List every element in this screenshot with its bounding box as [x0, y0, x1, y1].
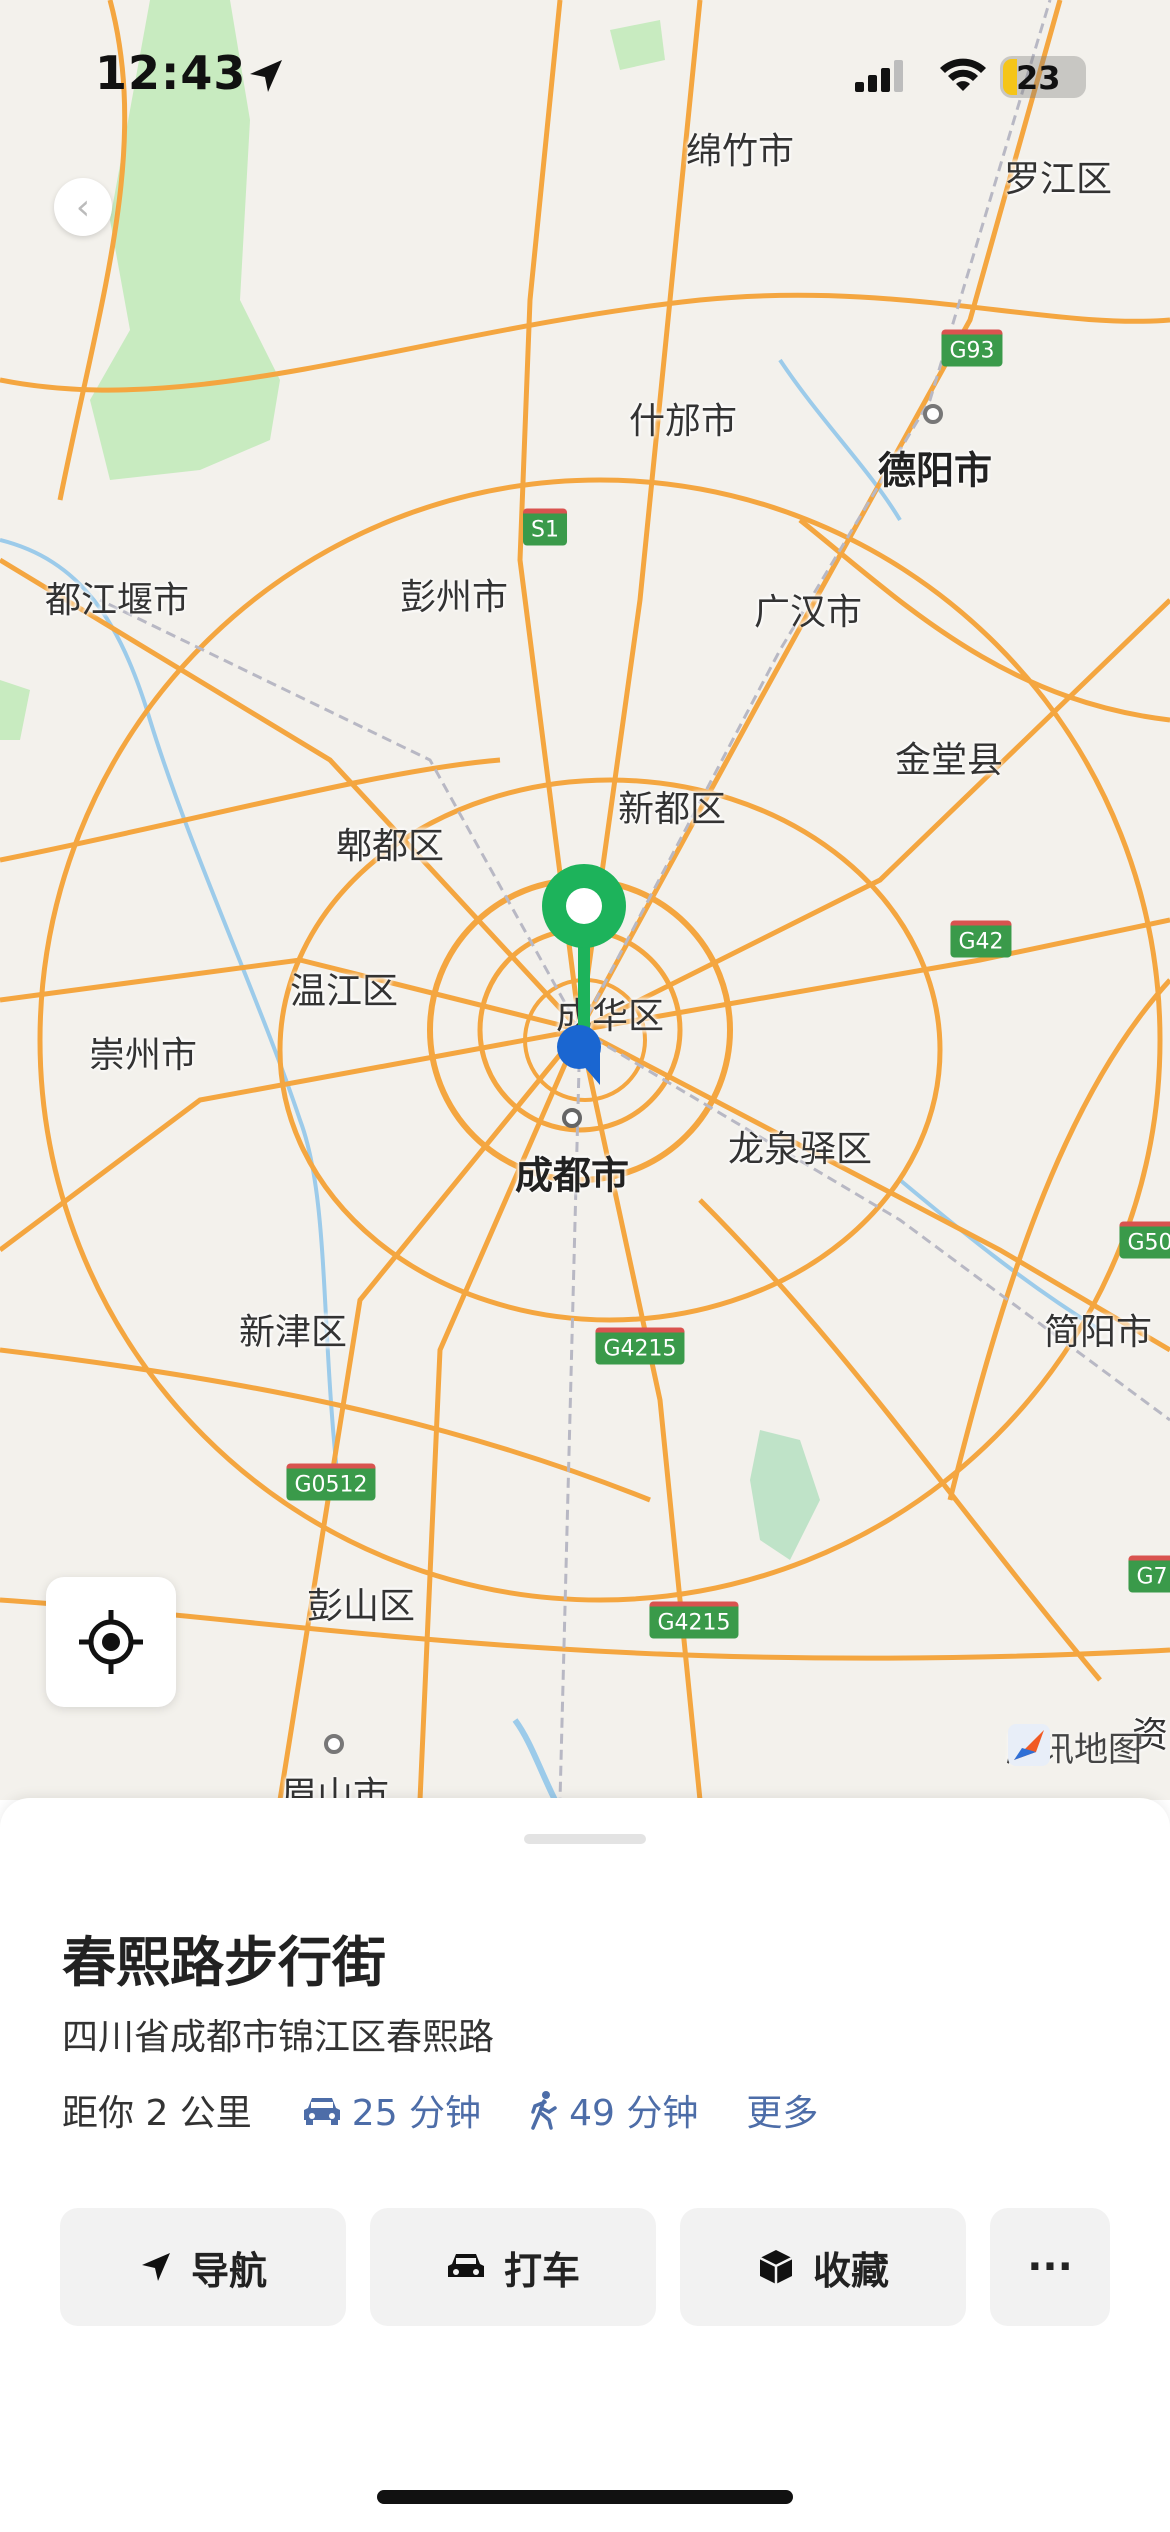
chevron-left-icon: ‹ — [75, 186, 91, 228]
distance-text: 距你 2 公里 — [62, 2093, 252, 2134]
favorite-button[interactable]: 收藏 — [680, 2208, 966, 2326]
walk-time-link[interactable]: 49 分钟 — [529, 2084, 698, 2136]
battery-indicator: 23 — [1000, 56, 1086, 98]
navigate-label: 导航 — [190, 2248, 267, 2293]
battery-fill — [1003, 59, 1017, 95]
status-time: 12:43 — [95, 46, 247, 100]
box-icon — [759, 2250, 793, 2284]
walk-time-text: 49 分钟 — [569, 2093, 699, 2134]
place-title: 春熙路步行街 — [62, 1931, 386, 1994]
wifi-icon — [940, 58, 986, 91]
drive-time-link[interactable]: 25 分钟 — [302, 2084, 481, 2136]
more-actions-button[interactable]: ··· — [990, 2208, 1110, 2326]
navigation-arrow-icon — [141, 2253, 170, 2281]
taxi-label: 打车 — [503, 2248, 580, 2293]
place-meta: 距你 2 公里 25 分钟 49 分钟 更多 — [62, 2084, 818, 2136]
cellular-signal-icon — [855, 60, 903, 92]
car-icon — [303, 2098, 340, 2125]
location-services-icon — [250, 60, 282, 92]
map-watermark: 腾讯地图 — [1006, 1722, 1142, 1771]
place-detail-sheet: 春熙路步行街 四川省成都市锦江区春熙路 距你 2 公里 25 分钟 49 分钟 … — [0, 1798, 1170, 2532]
home-indicator[interactable] — [377, 2490, 793, 2504]
walking-icon — [531, 2091, 557, 2130]
more-dots-icon: ··· — [1027, 2244, 1073, 2290]
sheet-grabber[interactable] — [524, 1834, 646, 1844]
crosshair-icon — [79, 1610, 143, 1674]
more-routes-link[interactable]: 更多 — [746, 2084, 818, 2136]
status-bar: 12:43 23 — [0, 0, 1170, 150]
place-address: 四川省成都市锦江区春熙路 — [62, 2017, 495, 2058]
route-overlay — [542, 864, 626, 1085]
taxi-button[interactable]: 打车 — [370, 2208, 656, 2326]
battery-percent: 23 — [1016, 59, 1061, 97]
navigate-button[interactable]: 导航 — [60, 2208, 346, 2326]
taxi-car-icon — [447, 2254, 484, 2277]
tencent-map-logo-icon — [1008, 1724, 1050, 1766]
map-view[interactable]: 绵竹市 罗江区 什邡市 德阳市 都江堰市 彭州市 广汉市 金堂县 新都区 郫都区… — [0, 0, 1170, 1800]
locate-me-button[interactable] — [46, 1577, 176, 1707]
action-bar: 导航 打车 收藏 ··· — [60, 2208, 1110, 2326]
drive-time-text: 25 分钟 — [351, 2093, 482, 2134]
back-button[interactable]: ‹ — [54, 178, 112, 236]
favorite-label: 收藏 — [812, 2248, 889, 2293]
